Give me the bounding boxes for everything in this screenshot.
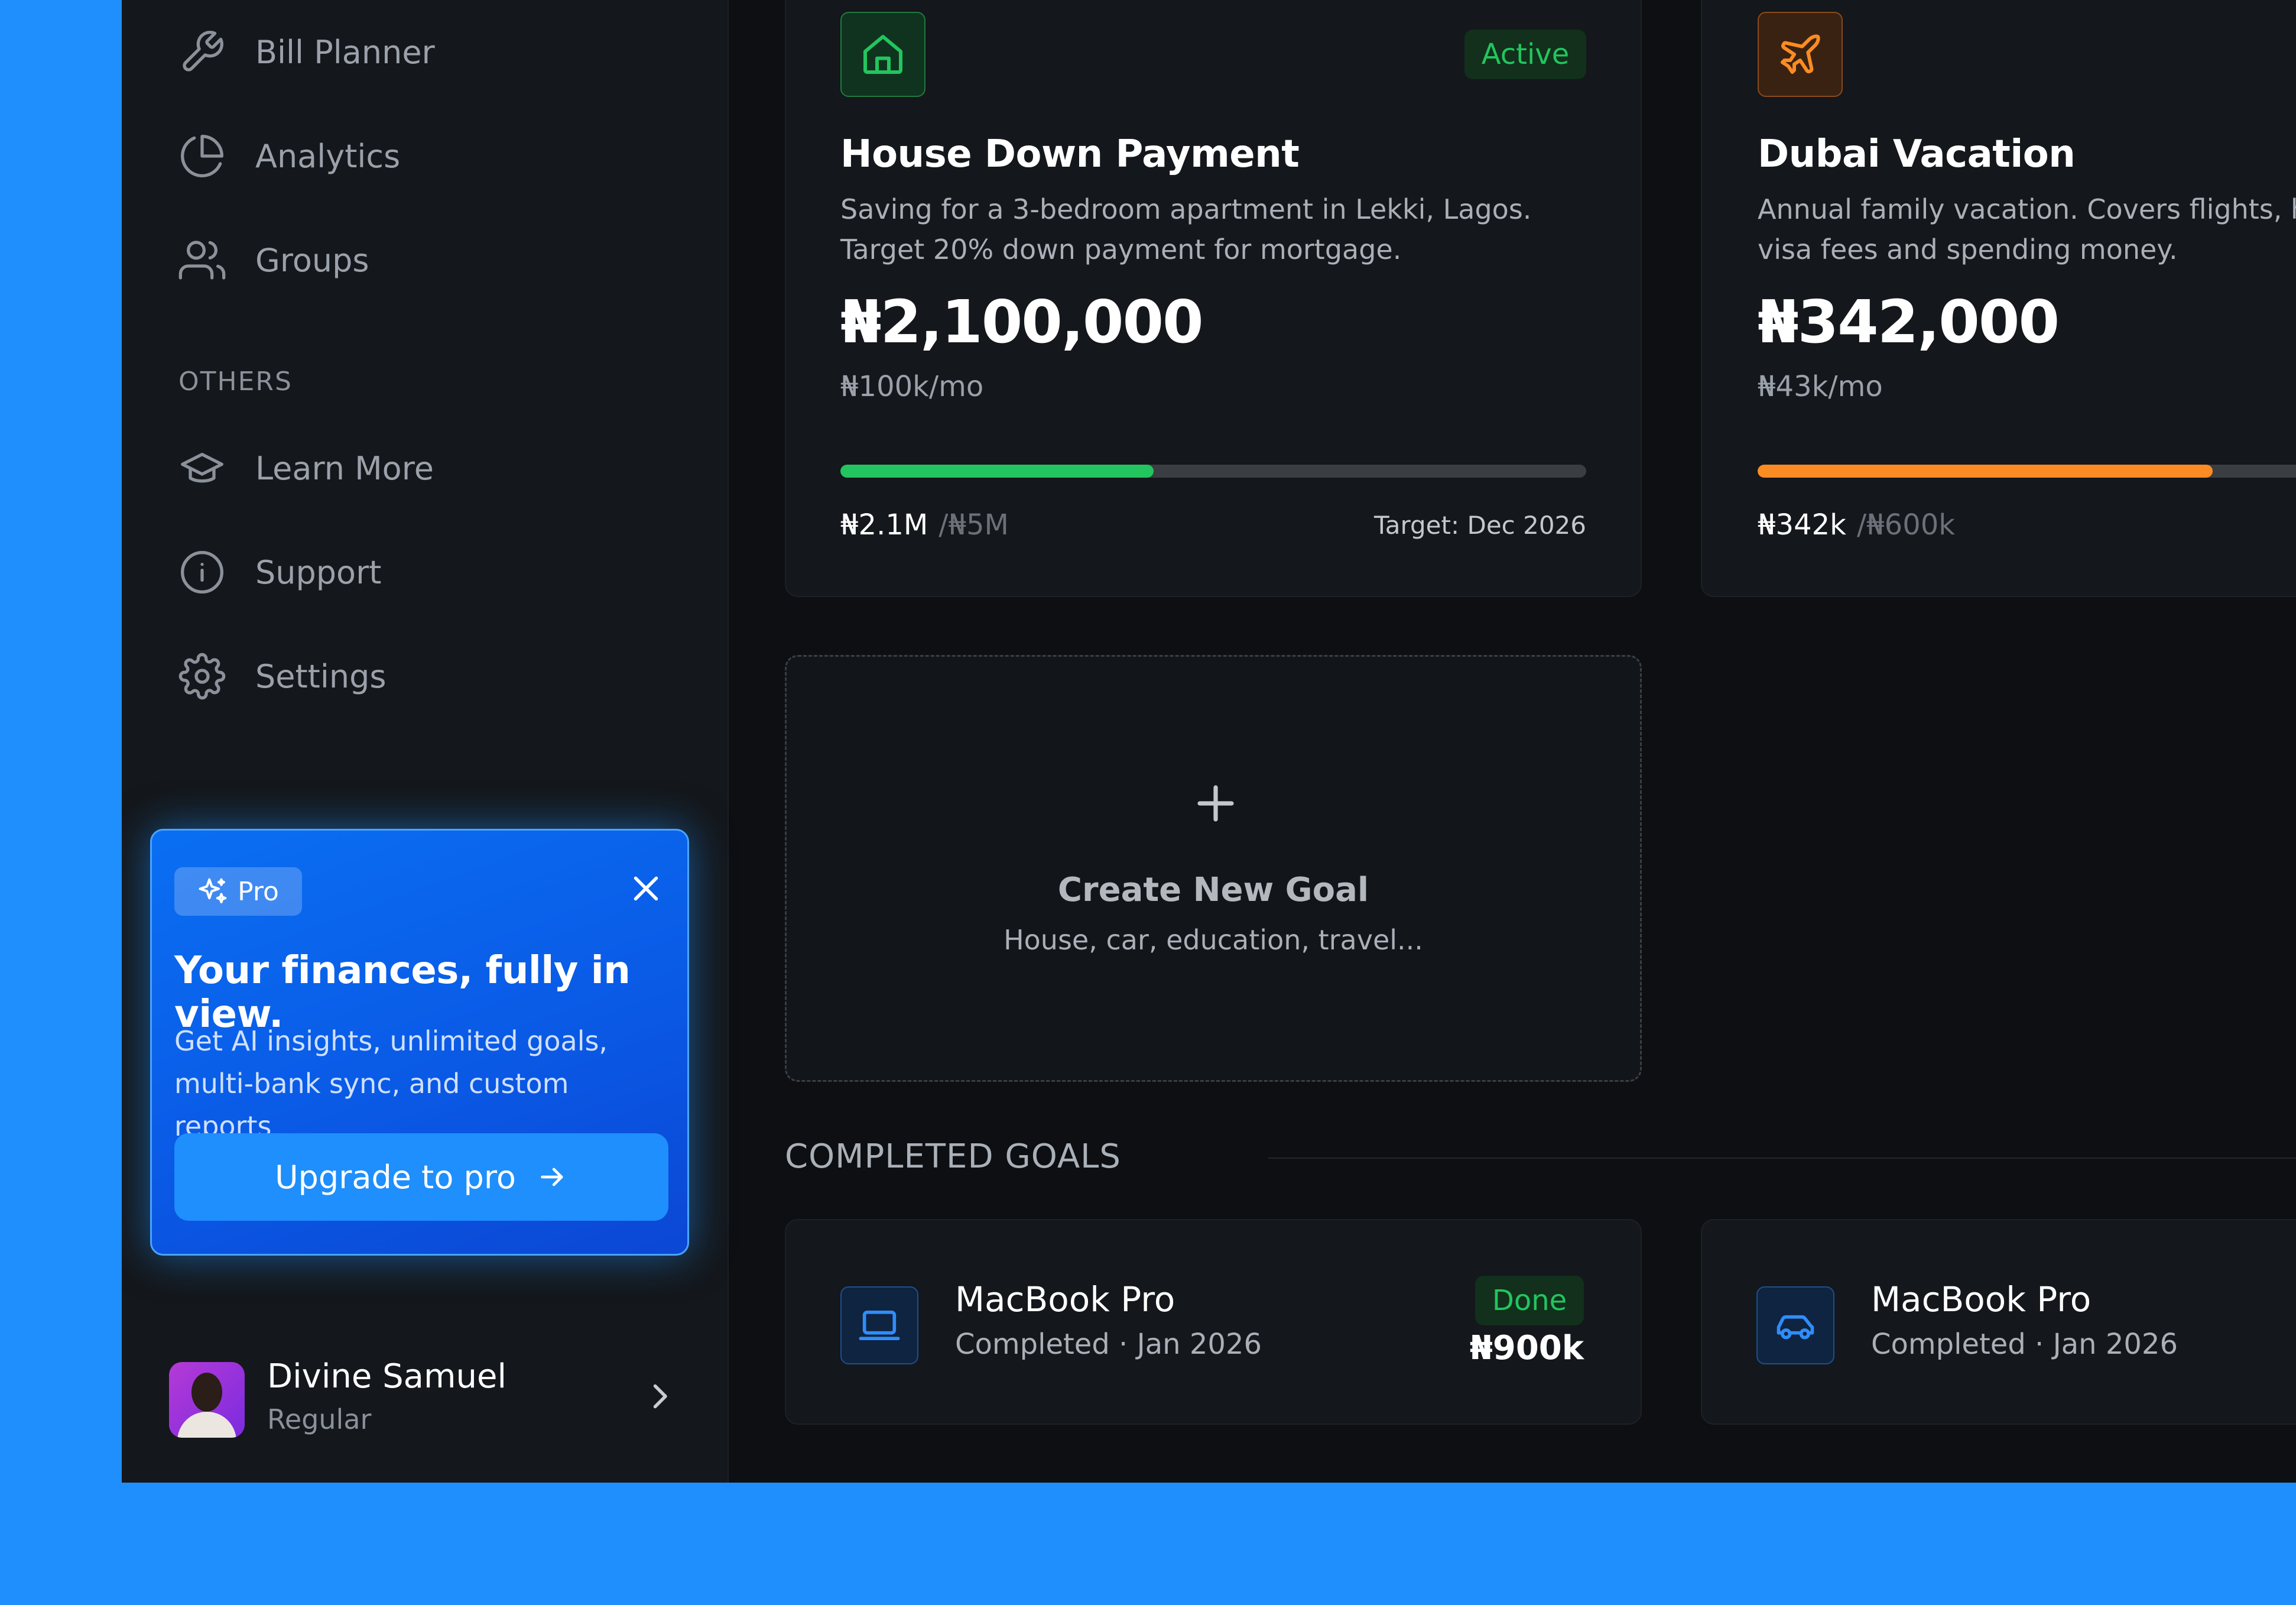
- completed-goal-card[interactable]: MacBook Pro Completed · Jan 2026 Done ₦9…: [785, 1219, 1642, 1425]
- user-name: Divine Samuel: [267, 1357, 507, 1396]
- sidebar: Bill Planner Analytics Groups OTHERS Lea…: [122, 0, 729, 1483]
- goal-description-line: visa fees and spending money.: [1758, 234, 2178, 265]
- app-window: Bill Planner Analytics Groups OTHERS Lea…: [122, 0, 2296, 1483]
- completed-goal-subtitle: Completed · Jan 2026: [955, 1328, 1262, 1361]
- pro-description: Get AI insights, unlimited goals, multi-…: [174, 1025, 608, 1142]
- goal-monthly: ₦43k/mo: [1758, 370, 1883, 403]
- pro-upgrade-card: Pro Your finances, fully in view. Get AI…: [150, 829, 689, 1256]
- goal-monthly: ₦100k/mo: [840, 370, 984, 403]
- target-amount: /₦600k: [1856, 508, 1956, 542]
- goal-card-dubai[interactable]: Dubai Vacation Annual family vacation. C…: [1701, 0, 2296, 597]
- progress-fill: [840, 465, 1154, 478]
- pie-chart-icon: [178, 132, 226, 180]
- sidebar-item-analytics[interactable]: Analytics: [178, 121, 675, 192]
- goal-title: Dubai Vacation: [1758, 132, 2076, 176]
- user-profile[interactable]: Divine Samuel Regular: [169, 1357, 689, 1440]
- saved-amount: ₦2.1M: [840, 508, 928, 542]
- create-goal-title: Create New Goal: [1057, 871, 1369, 909]
- status-badge: Done: [1475, 1276, 1584, 1325]
- sidebar-item-settings[interactable]: Settings: [178, 641, 675, 712]
- pro-badge-label: Pro: [238, 876, 279, 907]
- plus-icon: [1194, 782, 1237, 825]
- goal-description-line: Saving for a 3-bedroom apartment in Lekk…: [840, 193, 1532, 225]
- sidebar-item-label: Learn More: [255, 449, 434, 487]
- create-new-goal-button[interactable]: Create New Goal House, car, education, t…: [785, 655, 1642, 1082]
- graduation-cap-icon: [178, 445, 226, 492]
- goal-title: House Down Payment: [840, 132, 1300, 176]
- close-icon[interactable]: [628, 871, 664, 906]
- progress-bar: [840, 465, 1586, 478]
- upgrade-button-label: Upgrade to pro: [275, 1158, 516, 1196]
- sparkles-icon: [199, 878, 227, 904]
- wrench-icon: [178, 28, 226, 76]
- laptop-icon: [840, 1286, 918, 1364]
- sidebar-item-label: Support: [255, 553, 382, 591]
- car-icon: [1756, 1286, 1834, 1364]
- info-icon: [178, 549, 226, 596]
- progress-bar: [1758, 465, 2296, 478]
- home-icon: [840, 12, 925, 97]
- sidebar-item-groups[interactable]: Groups: [178, 225, 675, 296]
- users-icon: [178, 236, 226, 284]
- sidebar-item-label: Analytics: [255, 137, 401, 175]
- completed-goal-card[interactable]: MacBook Pro Completed · Jan 2026: [1701, 1219, 2296, 1425]
- goal-description: Annual family vacation. Covers flights, …: [1758, 189, 2296, 270]
- pro-badge: Pro: [174, 867, 302, 916]
- plane-icon: [1758, 12, 1843, 97]
- target-amount: /₦5M: [938, 508, 1009, 542]
- gear-icon: [178, 653, 226, 700]
- divider: [1268, 1157, 2296, 1159]
- completed-goal-title: MacBook Pro: [955, 1279, 1175, 1319]
- saved-amount: ₦342k: [1758, 508, 1846, 542]
- goal-description-line: Target 20% down payment for mortgage.: [840, 234, 1402, 265]
- goal-description-line: Annual family vacation. Covers flights, …: [1758, 193, 2296, 225]
- progress-fill: [1758, 465, 2213, 478]
- others-section-label: OTHERS: [178, 367, 293, 397]
- arrow-right-icon: [541, 1168, 563, 1186]
- goal-amount: ₦342,000: [1758, 287, 2060, 356]
- status-badge: Active: [1464, 30, 1586, 79]
- goal-saved: ₦2.1M /₦5M: [840, 508, 1009, 542]
- completed-goals-heading: COMPLETED GOALS: [785, 1137, 1121, 1176]
- sidebar-item-learn-more[interactable]: Learn More: [178, 433, 675, 504]
- goal-description: Saving for a 3-bedroom apartment in Lekk…: [840, 189, 1668, 270]
- sidebar-item-support[interactable]: Support: [178, 537, 675, 608]
- sidebar-item-label: Groups: [255, 241, 369, 279]
- user-role: Regular: [267, 1403, 372, 1435]
- goal-saved: ₦342k /₦600k: [1758, 508, 1955, 542]
- goal-card-house[interactable]: Active House Down Payment Saving for a 3…: [785, 0, 1642, 597]
- completed-goal-subtitle: Completed · Jan 2026: [1871, 1328, 2178, 1361]
- sidebar-item-label: Bill Planner: [255, 33, 435, 71]
- sidebar-item-label: Settings: [255, 657, 387, 695]
- upgrade-to-pro-button[interactable]: Upgrade to pro: [174, 1133, 668, 1221]
- goal-amount: ₦2,100,000: [840, 287, 1204, 356]
- avatar: [169, 1362, 245, 1438]
- chevron-right-icon: [642, 1379, 677, 1414]
- create-goal-subtitle: House, car, education, travel...: [1004, 924, 1423, 956]
- completed-goal-title: MacBook Pro: [1871, 1279, 2092, 1319]
- target-date: Target: Dec 2026: [1374, 511, 1586, 540]
- completed-goal-amount: ₦900k: [1469, 1329, 1584, 1367]
- sidebar-item-bill-planner[interactable]: Bill Planner: [178, 17, 675, 87]
